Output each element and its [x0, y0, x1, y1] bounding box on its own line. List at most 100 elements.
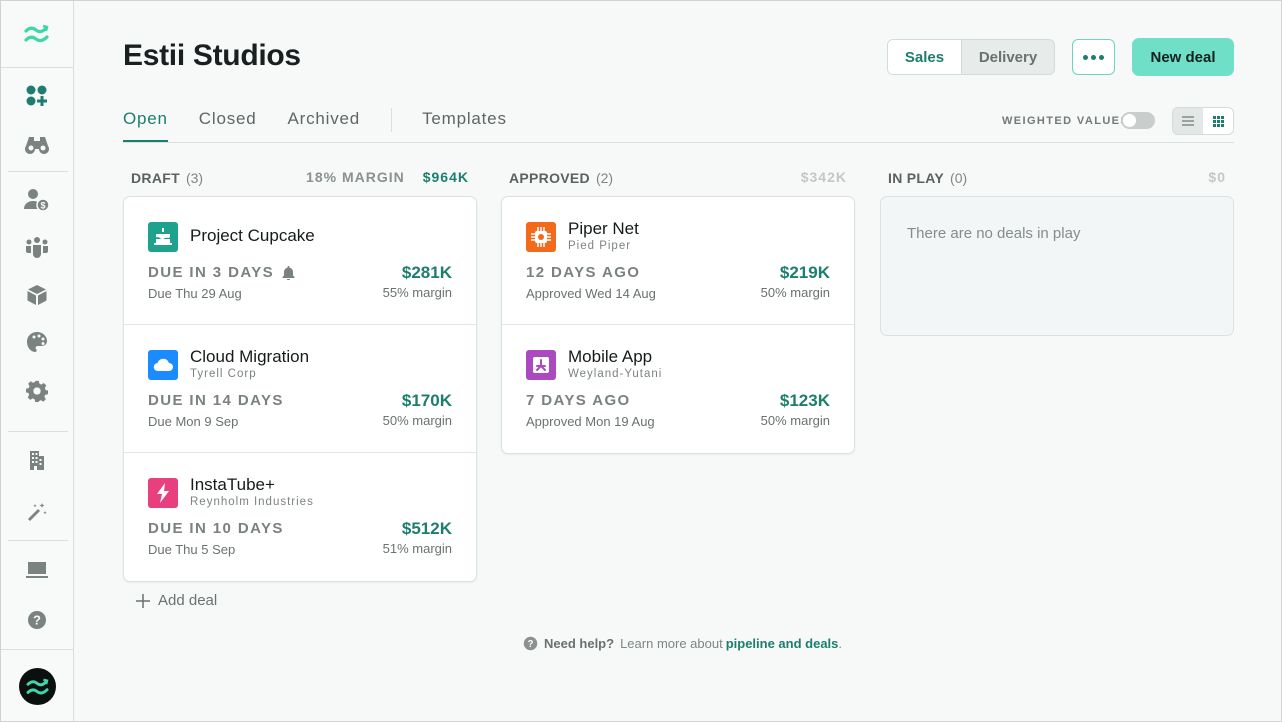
- segment-delivery[interactable]: Delivery: [962, 40, 1054, 74]
- list-view-button[interactable]: [1173, 108, 1203, 134]
- sidebar-divider: [8, 171, 68, 172]
- add-deal-button[interactable]: Add deal: [136, 592, 217, 609]
- logo[interactable]: [1, 1, 73, 68]
- deal-value: $170K: [401, 391, 452, 410]
- tab-divider: [391, 108, 393, 132]
- sidebar: $ ?: [1, 1, 74, 721]
- deal-date: Approved Wed 14 Aug: [526, 286, 656, 301]
- deal-name: Cloud Migration: [190, 347, 310, 366]
- deal-name: Piper Net: [568, 219, 639, 238]
- svg-text:?: ?: [33, 613, 41, 628]
- sidebar-item-organization[interactable]: [24, 447, 50, 473]
- sales-delivery-toggle: Sales Delivery: [887, 39, 1055, 75]
- plus-icon: [136, 593, 150, 608]
- building-icon: [30, 451, 44, 470]
- sidebar-item-help[interactable]: ?: [24, 607, 50, 633]
- deal-client: Weyland-Yutani: [568, 368, 663, 380]
- tab-archived[interactable]: Archived: [288, 109, 361, 142]
- column-title: IN PLAY: [888, 170, 945, 186]
- sidebar-item-dashboard[interactable]: [24, 83, 50, 109]
- tab-closed[interactable]: Closed: [199, 109, 257, 142]
- deal-status: DUE IN 3 DAYS: [148, 264, 295, 281]
- pipeline-tabs: Open Closed Archived Templates: [123, 108, 538, 143]
- help-text: Learn more about: [620, 636, 723, 651]
- sidebar-item-explore[interactable]: [24, 131, 50, 157]
- column-total: $964K: [422, 169, 469, 185]
- draft-deals: Project Cupcake DUE IN 3 DAYS Due Thu 29…: [123, 196, 477, 582]
- more-icon: [1083, 54, 1104, 60]
- deal-value: $123K: [779, 391, 830, 410]
- people-group-icon: [26, 237, 48, 258]
- view-switch: [1172, 107, 1234, 135]
- segment-sales[interactable]: Sales: [888, 40, 962, 74]
- magic-wand-icon: [28, 503, 47, 521]
- binoculars-icon: [25, 137, 49, 154]
- deal-name: Mobile App: [568, 347, 653, 366]
- deal-card[interactable]: InstaTube+ Reynholm Industries DUE IN 10…: [124, 453, 476, 581]
- empty-message: There are no deals in play: [907, 225, 1081, 242]
- approved-deals: Piper Net Pied Piper 12 DAYS AGO Approve…: [501, 196, 855, 454]
- palette-icon: [27, 332, 47, 352]
- in-play-empty-state: There are no deals in play: [880, 196, 1234, 336]
- deal-margin: 50% margin: [760, 413, 830, 428]
- svg-text:$: $: [40, 201, 45, 211]
- sidebar-item-products[interactable]: [24, 282, 50, 308]
- sidebar-item-desktop[interactable]: [24, 557, 50, 583]
- sidebar-item-team[interactable]: [24, 234, 50, 260]
- deal-status: 12 DAYS AGO: [526, 264, 641, 281]
- deal-status: DUE IN 10 DAYS: [148, 520, 284, 537]
- deal-card[interactable]: Piper Net Pied Piper 12 DAYS AGO Approve…: [502, 197, 854, 325]
- column-header-in-play: IN PLAY (0) $0: [888, 169, 1226, 187]
- column-title: DRAFT: [131, 170, 180, 186]
- deal-value: $512K: [401, 519, 452, 538]
- deal-date: Due Thu 5 Sep: [148, 542, 236, 557]
- sidebar-item-themes[interactable]: [24, 329, 50, 355]
- deal-card[interactable]: Mobile App Weyland-Yutani 7 DAYS AGO App…: [502, 325, 854, 453]
- deal-status: DUE IN 14 DAYS: [148, 392, 284, 409]
- chip-icon: [526, 222, 556, 252]
- help-footer: ? Need help? Learn more about pipeline a…: [523, 636, 842, 651]
- deal-date: Due Thu 29 Aug: [148, 286, 242, 301]
- new-deal-button[interactable]: New deal: [1132, 38, 1234, 76]
- deal-margin: 55% margin: [382, 285, 452, 300]
- deal-name: InstaTube+: [190, 475, 275, 494]
- column-total: $0: [1208, 169, 1226, 185]
- estii-logo-icon: [24, 24, 49, 43]
- cloud-icon: [148, 350, 178, 380]
- column-count: (2): [595, 170, 614, 186]
- apps-add-icon: [26, 85, 47, 106]
- deal-card[interactable]: Cloud Migration Tyrell Corp DUE IN 14 DA…: [124, 325, 476, 453]
- deal-client: Tyrell Corp: [190, 368, 257, 380]
- column-header-draft: DRAFT (3) 18% MARGIN $964K: [131, 169, 469, 187]
- tabs-underline: [123, 142, 1234, 143]
- sidebar-item-magic[interactable]: [24, 499, 50, 525]
- deal-card[interactable]: Project Cupcake DUE IN 3 DAYS Due Thu 29…: [124, 197, 476, 325]
- help-end: .: [838, 636, 843, 651]
- grid-view-button[interactable]: [1203, 108, 1233, 134]
- avatar[interactable]: [19, 668, 56, 705]
- column-count: (3): [185, 170, 204, 186]
- pipeline-help-link[interactable]: pipeline and deals: [726, 636, 839, 651]
- deal-value: $219K: [779, 263, 830, 282]
- deal-status: 7 DAYS AGO: [526, 392, 631, 409]
- column-margin: 18% MARGIN: [306, 169, 405, 185]
- svg-text:?: ?: [528, 639, 534, 650]
- deal-status-text: DUE IN 3 DAYS: [148, 264, 275, 281]
- deal-margin: 50% margin: [760, 285, 830, 300]
- deal-margin: 51% margin: [382, 541, 452, 556]
- sidebar-item-settings[interactable]: [24, 378, 50, 404]
- tab-templates[interactable]: Templates: [422, 109, 507, 142]
- sidebar-divider: [8, 540, 68, 541]
- estii-logo-icon: [26, 678, 49, 694]
- sidebar-item-clients[interactable]: $: [24, 187, 50, 213]
- deal-client: Reynholm Industries: [190, 496, 314, 508]
- tab-open[interactable]: Open: [123, 109, 168, 142]
- column-header-approved: APPROVED (2) $342K: [509, 169, 847, 187]
- deal-date: Due Mon 9 Sep: [148, 414, 239, 429]
- deal-name: Project Cupcake: [190, 226, 315, 245]
- deal-client: Pied Piper: [568, 240, 632, 252]
- weighted-values-toggle[interactable]: [1121, 112, 1155, 129]
- more-options-button[interactable]: [1072, 39, 1115, 75]
- cake-icon: [148, 222, 178, 252]
- gear-icon: [26, 380, 48, 402]
